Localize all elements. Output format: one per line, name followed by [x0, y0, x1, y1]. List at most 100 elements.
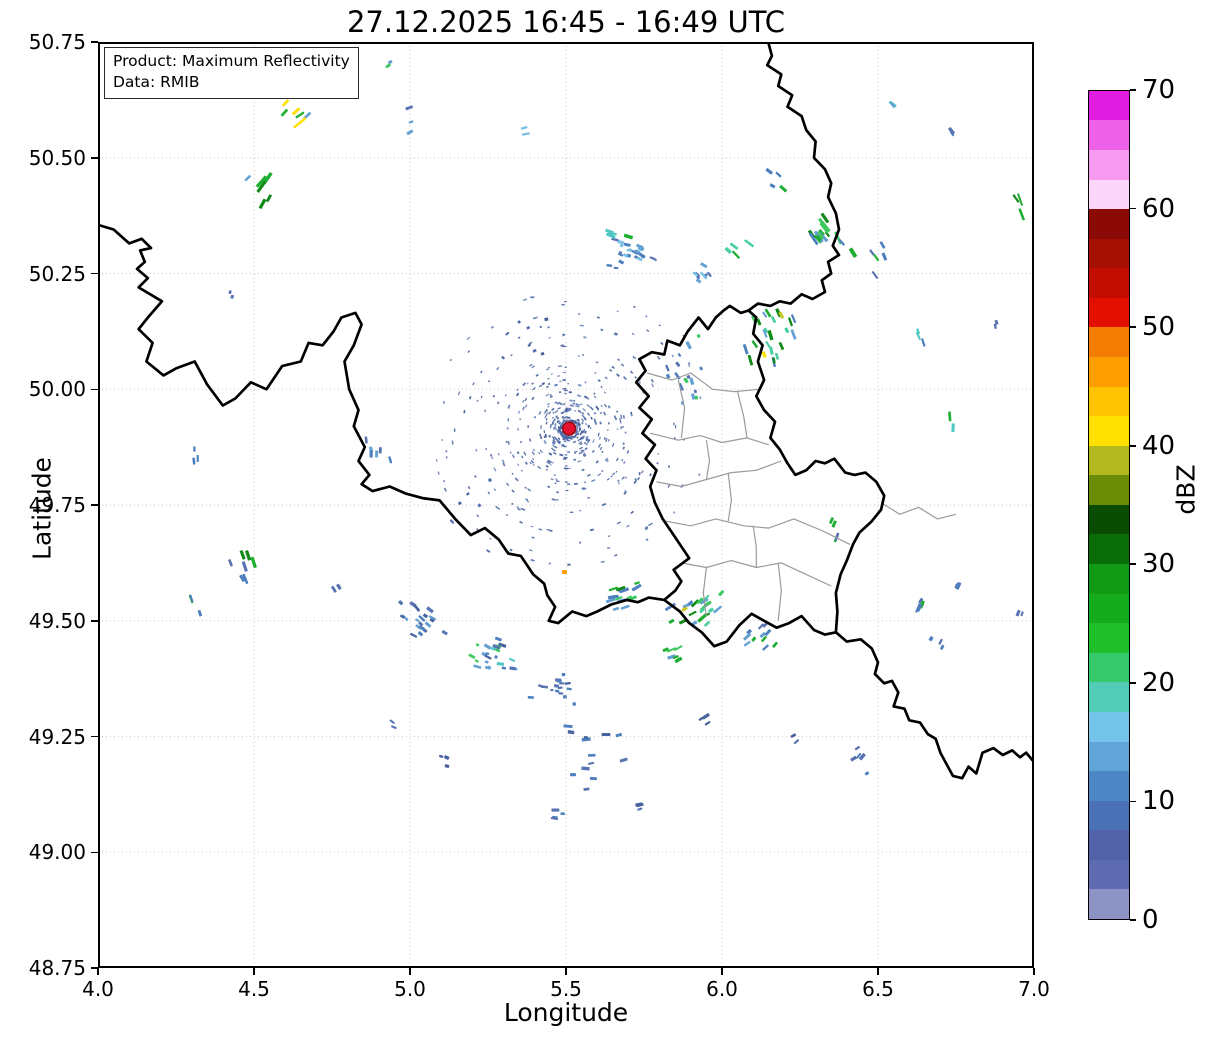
clutter-speck [646, 538, 649, 541]
echo-speck [588, 762, 594, 765]
clutter-speck [540, 449, 543, 453]
echo-speck [678, 353, 682, 357]
clutter-speck [565, 390, 568, 392]
colorbar-segment [1089, 150, 1129, 180]
clutter-speck [585, 431, 587, 434]
clutter-speck [630, 412, 632, 415]
echo-speck [562, 673, 566, 676]
clutter-speck [574, 483, 578, 485]
clutter-speck [517, 428, 518, 431]
clutter-speck [523, 298, 527, 301]
clutter-speck [481, 396, 483, 398]
clutter-speck [601, 470, 604, 473]
y-tick-mark [91, 852, 98, 854]
clutter-speck [552, 421, 555, 425]
colorbar-segment [1089, 268, 1129, 298]
echo-speck [613, 607, 620, 611]
echo-speck [388, 456, 392, 463]
clutter-speck [544, 430, 546, 433]
clutter-speck [574, 410, 576, 412]
clutter-speck [590, 529, 594, 532]
echo-speck [790, 733, 796, 738]
echo-speck [743, 633, 752, 641]
regional-border-line [706, 440, 709, 479]
clutter-speck [561, 411, 565, 414]
clutter-speck [626, 525, 630, 528]
echo-speck [293, 117, 307, 129]
clutter-speck [488, 380, 490, 382]
regional-border-line [728, 473, 731, 522]
clutter-speck [502, 460, 505, 464]
echo-speck [244, 175, 251, 182]
echo-speck [744, 239, 754, 247]
clutter-speck [531, 397, 534, 400]
regional-border-line [753, 526, 756, 568]
clutter-speck [529, 549, 533, 551]
echo-speck [441, 630, 447, 636]
clutter-speck [608, 405, 611, 408]
colorbar-segment [1089, 298, 1129, 328]
clutter-speck [518, 411, 520, 414]
clutter-speck [614, 554, 617, 556]
echo-speck [266, 194, 272, 202]
echo-speck [665, 365, 670, 372]
clutter-speck [533, 464, 535, 466]
clutter-speck [611, 366, 615, 369]
echo-speck [476, 643, 480, 646]
clutter-speck [546, 368, 549, 370]
clutter-speck [475, 449, 477, 452]
echo-speck [762, 644, 769, 651]
colorbar-tick-mark [1130, 919, 1136, 921]
echo-speck [228, 290, 231, 294]
echo-speck [765, 341, 772, 351]
colorbar-segment [1089, 505, 1129, 535]
clutter-speck [616, 411, 618, 413]
figure-root: 27.12.2025 16:45 - 16:49 UTC Product: Ma… [0, 0, 1219, 1040]
product-line: Product: Maximum Reflectivity [113, 51, 350, 72]
clutter-speck [507, 427, 509, 429]
clutter-speck [591, 479, 595, 482]
clutter-speck [656, 462, 658, 464]
clutter-speck [633, 306, 636, 308]
clutter-speck [517, 508, 521, 511]
clutter-speck [436, 459, 438, 462]
echo-speck [250, 557, 257, 569]
echo-speck [405, 105, 413, 110]
echo-speck [772, 641, 778, 648]
echo-speck [707, 271, 712, 277]
clutter-speck [522, 400, 524, 402]
clutter-speck [617, 310, 619, 312]
clutter-speck [506, 441, 508, 443]
echo-speck [198, 610, 203, 617]
clutter-speck [540, 436, 543, 439]
colorbar-tick-label: 50 [1142, 311, 1175, 343]
regional-borders [647, 373, 956, 621]
echo-speck [704, 621, 711, 627]
clutter-speck [563, 440, 566, 442]
clutter-speck [529, 364, 533, 367]
clutter-speck [608, 439, 610, 442]
echo-speck [336, 583, 342, 590]
clutter-speck [609, 369, 612, 372]
clutter-speck [597, 473, 601, 476]
echo-speck [602, 733, 611, 736]
clutter-speck [590, 427, 591, 429]
clutter-speck [590, 417, 593, 420]
clutter-speck [617, 428, 618, 430]
clutter-speck [554, 384, 558, 387]
clutter-speck [525, 404, 528, 407]
clutter-speck [548, 367, 550, 369]
clutter-speck [627, 450, 630, 454]
echo-speck [611, 238, 619, 242]
echo-speck [570, 773, 576, 776]
colorbar-segment [1089, 564, 1129, 594]
echo-speck [751, 340, 758, 348]
clutter-speck [577, 460, 581, 462]
echo-speck [779, 185, 787, 193]
echo-speck [391, 725, 397, 729]
clutter-speck [521, 456, 523, 459]
colorbar-segment [1089, 534, 1129, 564]
echo-speck [850, 756, 857, 762]
echo-speck [425, 621, 432, 628]
clutter-speck [508, 405, 511, 409]
